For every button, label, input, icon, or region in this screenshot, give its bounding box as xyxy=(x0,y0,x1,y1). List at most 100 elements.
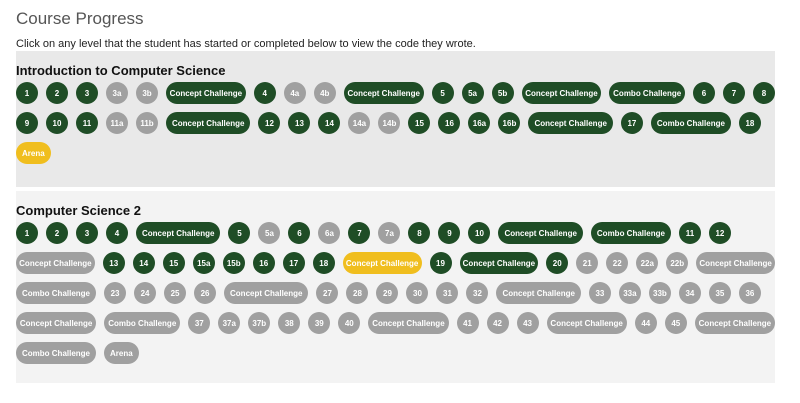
level-button-12[interactable]: 12 xyxy=(258,112,281,134)
level-button-1[interactable]: 1 xyxy=(16,222,38,244)
level-button-33[interactable]: 33 xyxy=(588,282,611,304)
level-button-concept-challenge[interactable]: Concept Challenge xyxy=(459,252,539,274)
level-button-9[interactable]: 9 xyxy=(16,112,38,134)
level-button-concept-challenge[interactable]: Concept Challenge xyxy=(224,282,309,304)
level-button-32[interactable]: 32 xyxy=(466,282,489,304)
level-button-8[interactable]: 8 xyxy=(752,82,775,104)
level-button-11[interactable]: 11 xyxy=(678,222,701,244)
level-button-34[interactable]: 34 xyxy=(678,282,701,304)
level-button-33b[interactable]: 33b xyxy=(648,282,671,304)
level-button-5a[interactable]: 5a xyxy=(258,222,281,244)
level-button-28[interactable]: 28 xyxy=(346,282,369,304)
level-button-concept-challenge[interactable]: Concept Challenge xyxy=(498,222,583,244)
level-button-16a[interactable]: 16a xyxy=(468,112,491,134)
level-button-concept-challenge[interactable]: Concept Challenge xyxy=(528,112,613,134)
level-button-5[interactable]: 5 xyxy=(228,222,251,244)
level-button-3b[interactable]: 3b xyxy=(136,82,158,104)
level-button-22[interactable]: 22 xyxy=(606,252,629,274)
level-button-14a[interactable]: 14a xyxy=(348,112,371,134)
level-button-15[interactable]: 15 xyxy=(408,112,431,134)
level-button-concept-challenge[interactable]: Concept Challenge xyxy=(496,282,581,304)
level-button-3[interactable]: 3 xyxy=(76,82,98,104)
level-button-41[interactable]: 41 xyxy=(456,312,479,334)
level-button-5b[interactable]: 5b xyxy=(491,82,514,104)
level-button-6[interactable]: 6 xyxy=(288,222,311,244)
level-button-concept-challenge[interactable]: Concept Challenge xyxy=(546,312,627,334)
level-button-1[interactable]: 1 xyxy=(16,82,38,104)
level-button-4[interactable]: 4 xyxy=(106,222,128,244)
level-button-combo-challenge[interactable]: Combo Challenge xyxy=(16,342,97,364)
level-button-18[interactable]: 18 xyxy=(312,252,335,274)
level-button-37a[interactable]: 37a xyxy=(218,312,241,334)
level-button-15[interactable]: 15 xyxy=(162,252,185,274)
level-button-15b[interactable]: 15b xyxy=(222,252,245,274)
level-button-4b[interactable]: 4b xyxy=(313,82,336,104)
level-button-combo-challenge[interactable]: Combo Challenge xyxy=(590,222,671,244)
level-button-9[interactable]: 9 xyxy=(438,222,461,244)
level-button-37[interactable]: 37 xyxy=(188,312,211,334)
level-button-concept-challenge[interactable]: Concept Challenge xyxy=(521,82,602,104)
level-button-combo-challenge[interactable]: Combo Challenge xyxy=(609,82,685,104)
level-button-29[interactable]: 29 xyxy=(376,282,399,304)
level-button-concept-challenge[interactable]: Concept Challenge xyxy=(694,312,775,334)
level-button-19[interactable]: 19 xyxy=(429,252,452,274)
level-button-3[interactable]: 3 xyxy=(76,222,98,244)
level-button-16b[interactable]: 16b xyxy=(498,112,521,134)
level-button-24[interactable]: 24 xyxy=(134,282,157,304)
level-button-7[interactable]: 7 xyxy=(722,82,745,104)
level-button-concept-challenge[interactable]: Concept Challenge xyxy=(166,82,246,104)
level-button-concept-challenge[interactable]: Concept Challenge xyxy=(16,252,95,274)
level-button-combo-challenge[interactable]: Combo Challenge xyxy=(104,312,181,334)
level-button-30[interactable]: 30 xyxy=(406,282,429,304)
level-button-44[interactable]: 44 xyxy=(634,312,657,334)
level-button-16[interactable]: 16 xyxy=(252,252,275,274)
level-button-22a[interactable]: 22a xyxy=(636,252,659,274)
level-button-7a[interactable]: 7a xyxy=(378,222,401,244)
level-button-10[interactable]: 10 xyxy=(468,222,491,244)
level-button-16[interactable]: 16 xyxy=(438,112,461,134)
level-button-21[interactable]: 21 xyxy=(576,252,599,274)
level-button-18[interactable]: 18 xyxy=(738,112,761,134)
level-button-3a[interactable]: 3a xyxy=(106,82,128,104)
level-button-14b[interactable]: 14b xyxy=(378,112,401,134)
level-button-5[interactable]: 5 xyxy=(431,82,454,104)
level-button-concept-challenge[interactable]: Concept Challenge xyxy=(16,312,97,334)
level-button-4[interactable]: 4 xyxy=(253,82,276,104)
level-button-2[interactable]: 2 xyxy=(46,222,68,244)
level-button-concept-challenge[interactable]: Concept Challenge xyxy=(696,252,775,274)
level-button-45[interactable]: 45 xyxy=(664,312,687,334)
level-button-arena[interactable]: Arena xyxy=(16,142,51,164)
level-button-4a[interactable]: 4a xyxy=(283,82,306,104)
level-button-concept-challenge[interactable]: Concept Challenge xyxy=(166,112,251,134)
level-button-14[interactable]: 14 xyxy=(132,252,155,274)
level-button-11[interactable]: 11 xyxy=(76,112,98,134)
level-button-23[interactable]: 23 xyxy=(104,282,127,304)
level-button-11b[interactable]: 11b xyxy=(136,112,158,134)
level-button-concept-challenge[interactable]: Concept Challenge xyxy=(342,252,422,274)
level-button-25[interactable]: 25 xyxy=(164,282,187,304)
level-button-8[interactable]: 8 xyxy=(408,222,431,244)
level-button-arena[interactable]: Arena xyxy=(104,342,139,364)
level-button-12[interactable]: 12 xyxy=(708,222,731,244)
level-button-27[interactable]: 27 xyxy=(316,282,339,304)
level-button-40[interactable]: 40 xyxy=(338,312,361,334)
level-button-42[interactable]: 42 xyxy=(486,312,509,334)
level-button-36[interactable]: 36 xyxy=(738,282,761,304)
level-button-concept-challenge[interactable]: Concept Challenge xyxy=(368,312,449,334)
level-button-14[interactable]: 14 xyxy=(318,112,341,134)
level-button-20[interactable]: 20 xyxy=(546,252,569,274)
level-button-2[interactable]: 2 xyxy=(46,82,68,104)
level-button-10[interactable]: 10 xyxy=(46,112,68,134)
level-button-15a[interactable]: 15a xyxy=(192,252,215,274)
level-button-5a[interactable]: 5a xyxy=(461,82,484,104)
level-button-35[interactable]: 35 xyxy=(708,282,731,304)
level-button-11a[interactable]: 11a xyxy=(106,112,128,134)
level-button-7[interactable]: 7 xyxy=(348,222,371,244)
level-button-33a[interactable]: 33a xyxy=(618,282,641,304)
level-button-31[interactable]: 31 xyxy=(436,282,459,304)
level-button-combo-challenge[interactable]: Combo Challenge xyxy=(16,282,97,304)
level-button-26[interactable]: 26 xyxy=(194,282,217,304)
level-button-37b[interactable]: 37b xyxy=(248,312,271,334)
level-button-38[interactable]: 38 xyxy=(278,312,301,334)
level-button-39[interactable]: 39 xyxy=(308,312,331,334)
